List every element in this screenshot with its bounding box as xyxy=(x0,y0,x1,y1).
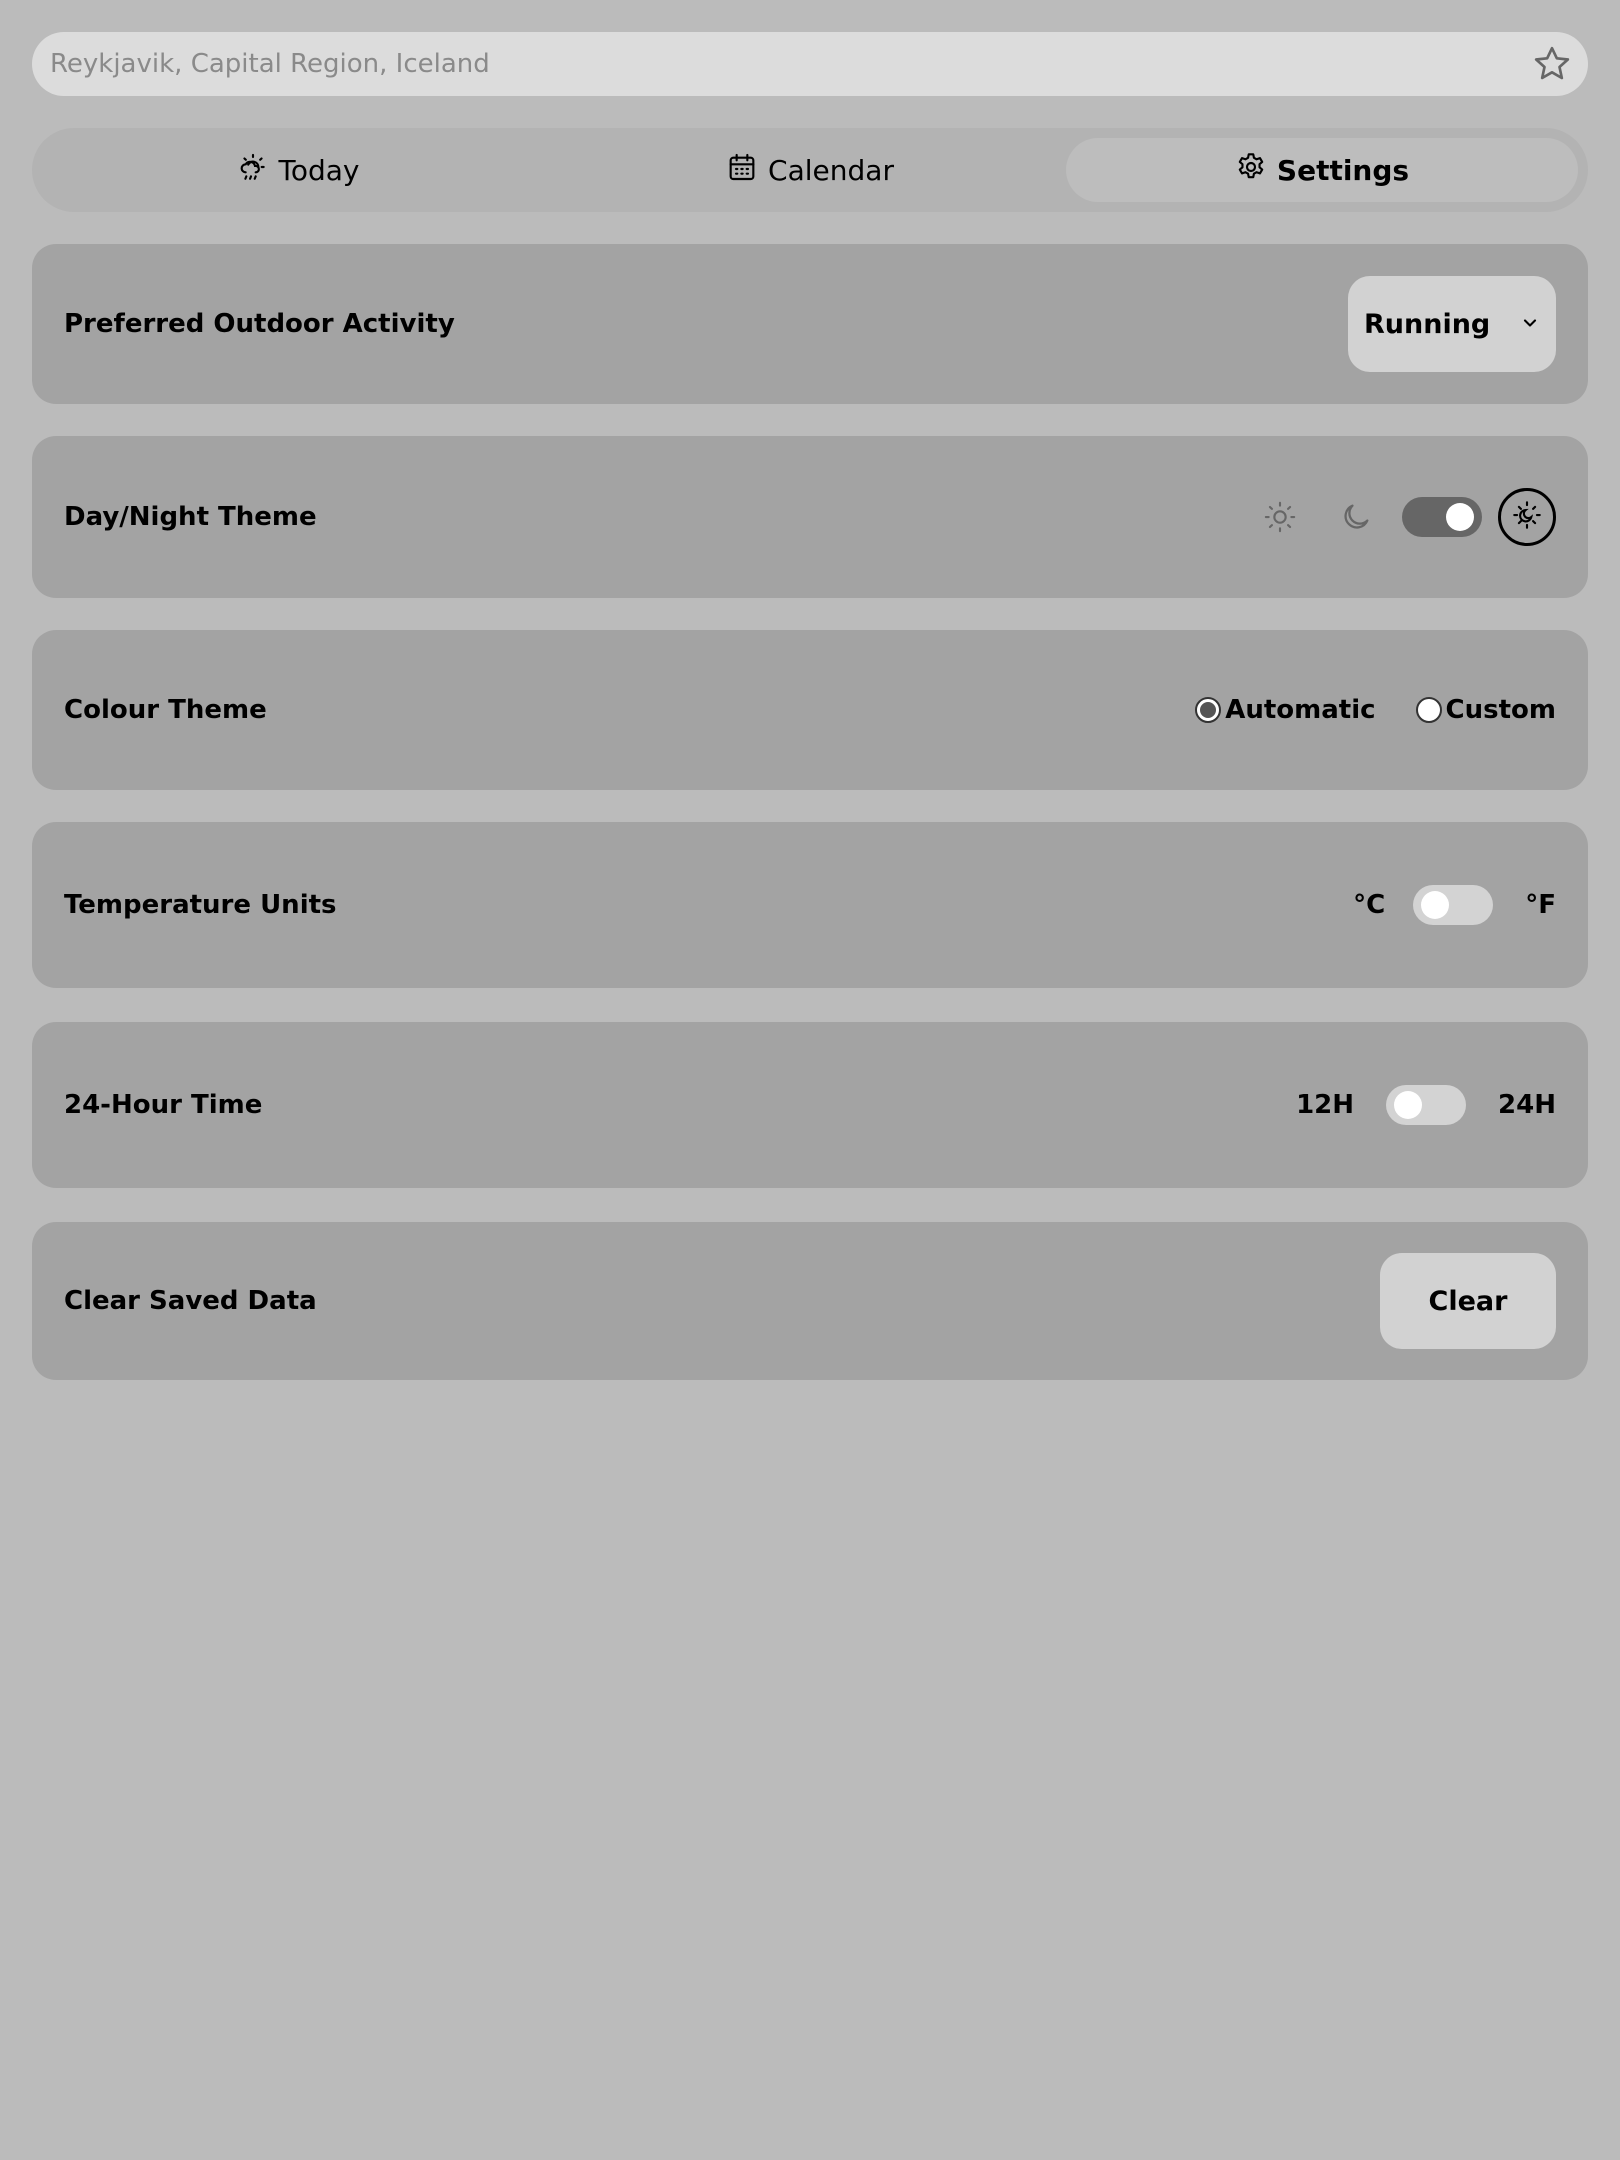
tab-calendar-label: Calendar xyxy=(768,153,894,187)
sun-icon[interactable] xyxy=(1256,493,1304,541)
chevron-down-icon xyxy=(1520,309,1540,340)
12h-label: 12H xyxy=(1296,1090,1355,1120)
setting-theme-card: Day/Night Theme xyxy=(32,436,1588,598)
toggle-knob xyxy=(1394,1091,1423,1119)
setting-clear-card: Clear Saved Data Clear xyxy=(32,1222,1588,1380)
radio-automatic-label: Automatic xyxy=(1225,695,1376,725)
setting-colour-card: Colour Theme Automatic Custom xyxy=(32,630,1588,790)
colour-theme-radio-group: Automatic Custom xyxy=(1195,695,1556,725)
setting-time-label: 24-Hour Time xyxy=(64,1090,263,1120)
star-icon[interactable] xyxy=(1530,42,1574,86)
setting-activity-label: Preferred Outdoor Activity xyxy=(64,309,455,339)
radio-custom-label: Custom xyxy=(1445,695,1556,725)
fahrenheit-label: °F xyxy=(1525,890,1556,920)
sun-moon-icon xyxy=(1510,498,1544,536)
setting-colour-label: Colour Theme xyxy=(64,695,267,725)
temperature-unit-toggle[interactable] xyxy=(1413,885,1494,925)
setting-clear-label: Clear Saved Data xyxy=(64,1286,317,1316)
tab-today[interactable]: Today xyxy=(42,138,554,202)
location-search-bar xyxy=(32,32,1588,96)
tab-settings[interactable]: Settings xyxy=(1066,138,1578,202)
setting-activity-card: Preferred Outdoor Activity Running xyxy=(32,244,1588,404)
setting-temperature-card: Temperature Units °C °F xyxy=(32,822,1588,988)
radio-automatic-dot[interactable] xyxy=(1195,697,1222,723)
setting-temperature-label: Temperature Units xyxy=(64,890,337,920)
activity-select[interactable]: Running xyxy=(1348,276,1556,372)
day-night-toggle[interactable] xyxy=(1402,497,1482,537)
main-tabs: Today Calendar Settings xyxy=(32,128,1588,212)
setting-theme-label: Day/Night Theme xyxy=(64,502,317,532)
toggle-knob xyxy=(1421,891,1450,919)
toggle-knob xyxy=(1446,503,1474,531)
radio-custom[interactable]: Custom xyxy=(1415,695,1556,725)
cloud-sun-rain-icon xyxy=(237,151,269,190)
celsius-label: °C xyxy=(1353,890,1386,920)
clear-data-button[interactable]: Clear xyxy=(1380,1253,1556,1349)
tab-today-label: Today xyxy=(278,153,360,187)
location-search-input[interactable] xyxy=(48,48,1530,80)
calendar-icon xyxy=(726,151,758,190)
activity-select-value: Running xyxy=(1364,308,1491,340)
setting-time-card: 24-Hour Time 12H 24H xyxy=(32,1022,1588,1188)
auto-theme-button[interactable] xyxy=(1498,488,1556,546)
moon-icon[interactable] xyxy=(1332,493,1380,541)
24h-label: 24H xyxy=(1498,1090,1556,1120)
radio-automatic[interactable]: Automatic xyxy=(1195,695,1376,725)
tab-settings-label: Settings xyxy=(1276,153,1410,187)
time-format-toggle[interactable] xyxy=(1386,1085,1467,1125)
radio-custom-dot[interactable] xyxy=(1415,697,1442,723)
gear-icon xyxy=(1235,151,1267,190)
tab-calendar[interactable]: Calendar xyxy=(554,138,1066,202)
